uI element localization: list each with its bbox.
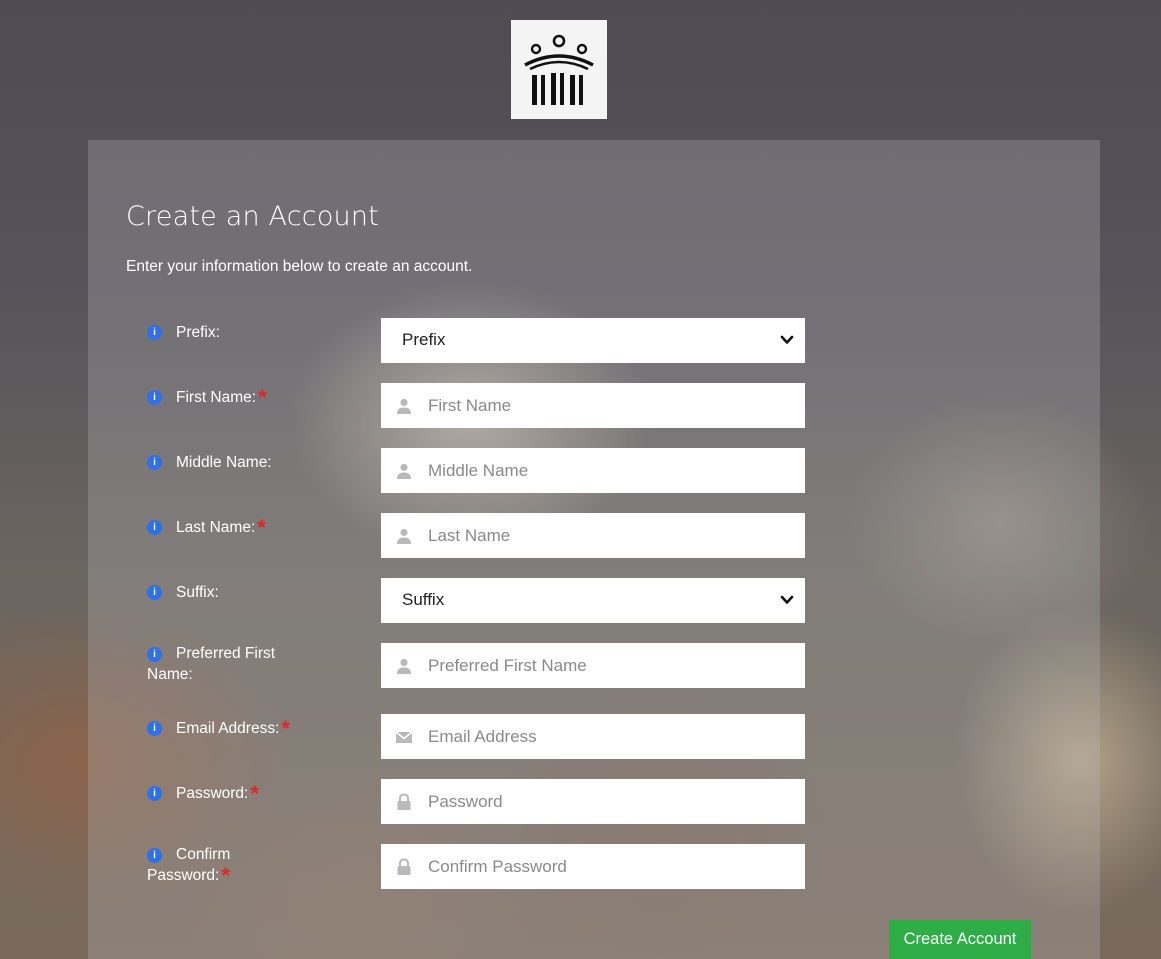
first-name-row: i First Name:*: [0, 383, 1161, 429]
email-label: Email Address:*: [176, 716, 290, 741]
logo: [511, 20, 607, 119]
preferred-first-name-input[interactable]: [426, 643, 800, 688]
chevron-down-icon: [780, 595, 794, 604]
middle-name-field[interactable]: [381, 448, 805, 493]
page-title: Create an Account: [126, 201, 379, 232]
required-marker: *: [258, 385, 267, 410]
user-icon: [397, 463, 411, 479]
confirm-password-label: Confirm Password:*: [147, 846, 231, 888]
prefix-select[interactable]: Prefix: [381, 318, 805, 363]
prefix-selected-value: Prefix: [402, 330, 446, 349]
prefix-label: Prefix:: [176, 324, 220, 341]
required-marker: *: [250, 781, 259, 806]
last-name-label: Last Name:*: [176, 515, 266, 540]
preferred-first-name-row: i Preferred First Name:: [0, 643, 1161, 689]
suffix-selected-value: Suffix: [402, 590, 445, 609]
required-marker: *: [281, 716, 290, 741]
email-input[interactable]: [426, 714, 800, 759]
create-account-button[interactable]: Create Account: [889, 920, 1031, 959]
chevron-down-icon: [780, 335, 794, 344]
confirm-password-row: i Confirm Password:*: [0, 844, 1161, 890]
email-field[interactable]: [381, 714, 805, 759]
required-marker: *: [221, 863, 230, 888]
last-name-row: i Last Name:*: [0, 513, 1161, 559]
middle-name-input[interactable]: [426, 448, 800, 493]
middle-name-row: i Middle Name:: [0, 448, 1161, 494]
password-label: Password:*: [176, 781, 259, 806]
password-field[interactable]: [381, 779, 805, 824]
last-name-input[interactable]: [426, 513, 800, 558]
institution-columns-logo-icon: [524, 34, 594, 105]
confirm-password-input[interactable]: [426, 844, 800, 889]
confirm-password-field[interactable]: [381, 844, 805, 889]
last-name-field[interactable]: [381, 513, 805, 558]
suffix-row: i Suffix: Suffix: [0, 578, 1161, 624]
preferred-first-name-label: Preferred First Name:: [147, 645, 276, 683]
lock-icon: [397, 793, 411, 810]
user-icon: [397, 658, 411, 674]
middle-name-label: Middle Name:: [176, 454, 272, 471]
prefix-row: i Prefix: Prefix: [0, 318, 1161, 364]
lock-icon: [397, 858, 411, 875]
first-name-input[interactable]: [426, 383, 800, 428]
first-name-field[interactable]: [381, 383, 805, 428]
envelope-icon: [395, 731, 413, 743]
suffix-label: Suffix:: [176, 584, 219, 601]
email-row: i Email Address:*: [0, 714, 1161, 760]
first-name-label: First Name:*: [176, 385, 267, 410]
user-icon: [397, 528, 411, 544]
page-subtitle: Enter your information below to create a…: [126, 258, 473, 275]
required-marker: *: [257, 515, 266, 540]
user-icon: [397, 398, 411, 414]
password-input[interactable]: [426, 779, 800, 824]
suffix-select[interactable]: Suffix: [381, 578, 805, 623]
password-row: i Password:*: [0, 779, 1161, 825]
preferred-first-name-field[interactable]: [381, 643, 805, 688]
